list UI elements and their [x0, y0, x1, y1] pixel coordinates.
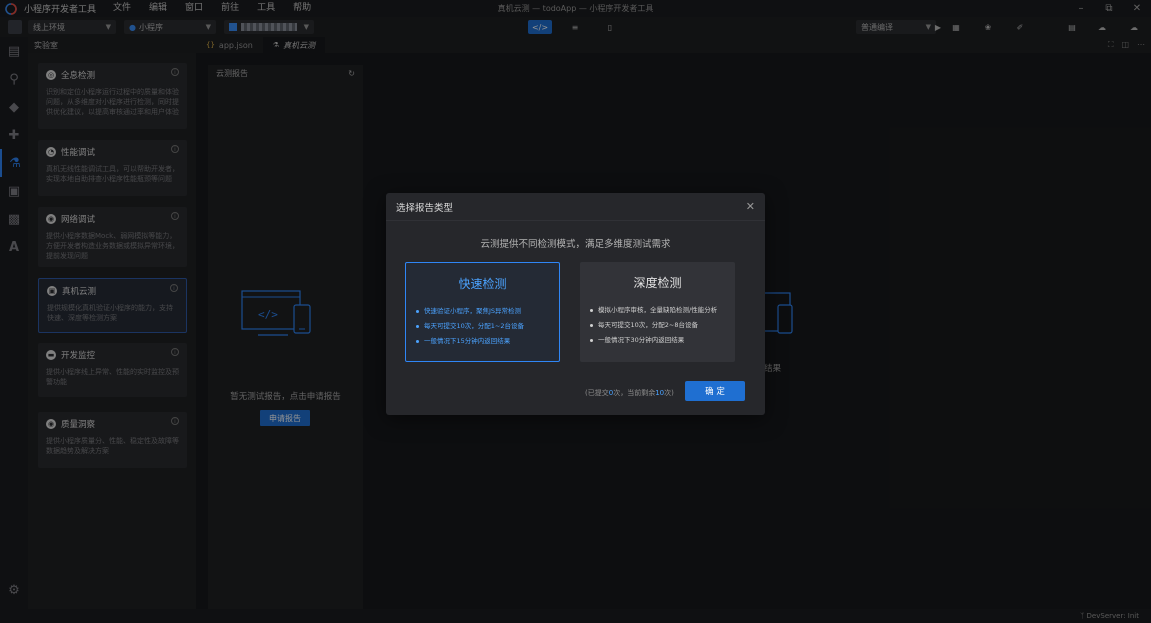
quota-suffix: 次): [664, 389, 674, 397]
quota-note: (已提交0次，当前剩余10次): [585, 388, 674, 398]
option-item-text: 一般情况下30分钟内返回结果: [598, 336, 685, 344]
option-quick-detection[interactable]: 快速检测 快速验证小程序，聚焦JS异常检测 每天可提交10次，分配1~2台设备 …: [405, 262, 560, 362]
option-item-text: 模拟小程序审核，全量缺陷检测/性能分析: [598, 306, 718, 314]
bullet-icon: [590, 309, 593, 312]
dialog-header: 选择报告类型 ✕: [386, 193, 765, 221]
dialog-subtitle: 云测提供不同检测模式，满足多维度测试需求: [480, 239, 671, 250]
option-item: 每天可提交10次，分配1~2台设备: [416, 319, 549, 334]
option-item-text: 一般情况下15分钟内返回结果: [424, 337, 511, 345]
bullet-icon: [590, 324, 593, 327]
bullet-icon: [416, 310, 419, 313]
option-deep-detection[interactable]: 深度检测 模拟小程序审核，全量缺陷检测/性能分析 每天可提交10次，分配2~8台…: [580, 262, 735, 362]
quota-prefix: (已提交: [585, 389, 609, 397]
bullet-icon: [416, 340, 419, 343]
option-item: 每天可提交10次，分配2~8台设备: [590, 318, 725, 333]
dialog-title: 选择报告类型: [396, 202, 454, 214]
option-title: 深度检测: [633, 276, 682, 290]
quota-middle: 次，当前剩余: [613, 389, 656, 397]
bullet-icon: [590, 339, 593, 342]
option-item-text: 快速验证小程序，聚焦JS异常检测: [424, 307, 522, 315]
report-type-dialog: 选择报告类型 ✕ 云测提供不同检测模式，满足多维度测试需求 快速检测 快速验证小…: [386, 193, 765, 415]
bullet-icon: [416, 325, 419, 328]
quota-remaining: 10: [655, 389, 665, 397]
option-item: 模拟小程序审核，全量缺陷检测/性能分析: [590, 303, 725, 318]
confirm-button[interactable]: 确 定: [685, 381, 745, 401]
option-item-text: 每天可提交10次，分配2~8台设备: [598, 321, 698, 329]
option-item: 一般情况下30分钟内返回结果: [590, 333, 725, 348]
close-icon[interactable]: ✕: [746, 200, 755, 213]
option-item: 一般情况下15分钟内返回结果: [416, 334, 549, 349]
option-title: 快速检测: [458, 277, 507, 291]
option-item: 快速验证小程序，聚焦JS异常检测: [416, 304, 549, 319]
option-item-text: 每天可提交10次，分配1~2台设备: [424, 322, 524, 330]
